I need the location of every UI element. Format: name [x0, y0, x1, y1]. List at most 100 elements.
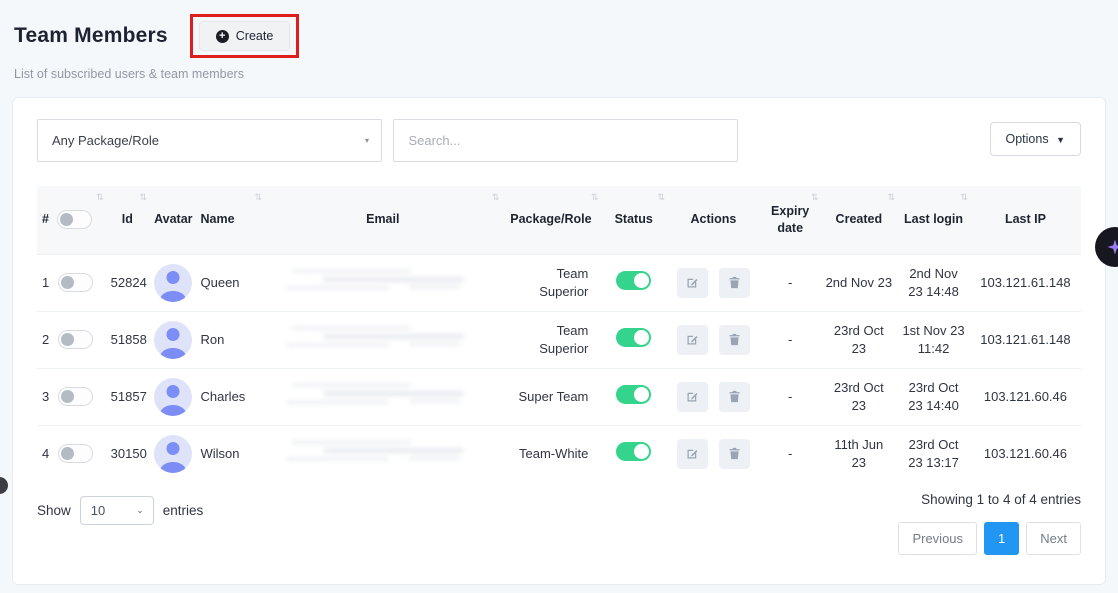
column-header-name-label: Name — [201, 212, 235, 226]
member-package-role: Team-White — [501, 425, 600, 482]
member-name: Queen — [196, 254, 265, 311]
entries-label: entries — [163, 503, 204, 518]
expiry-date: - — [760, 311, 821, 368]
package-role-selected-value: Any Package/Role — [52, 133, 159, 148]
trash-icon — [727, 275, 742, 290]
trash-icon — [727, 332, 742, 347]
select-all-toggle[interactable] — [57, 210, 92, 229]
column-header-email[interactable]: Email ⇅ — [264, 186, 501, 254]
sort-icon[interactable]: ⇅ — [657, 191, 665, 203]
row-number-cell: 2 — [37, 311, 106, 368]
sort-icon[interactable]: ⇅ — [255, 191, 263, 203]
column-header-email-label: Email — [366, 212, 399, 226]
column-header-name[interactable]: Name ⇅ — [196, 186, 265, 254]
status-toggle[interactable] — [616, 271, 651, 290]
status-toggle[interactable] — [616, 328, 651, 347]
edit-icon — [685, 275, 700, 290]
column-header-avatar-label: Avatar — [154, 212, 192, 226]
edit-button[interactable] — [677, 439, 708, 469]
last-ip: 103.121.60.46 — [970, 425, 1081, 482]
sort-icon[interactable]: ⇅ — [96, 191, 104, 203]
row-number-cell: 3 — [37, 368, 106, 425]
annotation-highlight: + Create — [190, 14, 300, 58]
create-button[interactable]: + Create — [199, 21, 291, 51]
table-row: 4 30150 Wilson Team-White — [37, 425, 1081, 482]
search-input[interactable] — [393, 119, 738, 162]
avatar — [154, 435, 192, 473]
column-header-last-ip-label: Last IP — [1005, 212, 1046, 226]
column-header-num-label: # — [42, 211, 49, 228]
team-members-card: Any Package/Role ▾ Options ▼ # — [12, 97, 1106, 585]
page-size-select[interactable]: 10 ⌄ — [80, 496, 154, 525]
actions-cell — [667, 368, 760, 425]
table-container: # ⇅ Id ⇅ Avatar Name ⇅ — [13, 186, 1105, 482]
page-header: Team Members + Create List of subscribed… — [0, 0, 1118, 81]
column-header-id[interactable]: Id ⇅ — [106, 186, 149, 254]
member-name: Wilson — [196, 425, 265, 482]
column-header-last-login[interactable]: Last login ⇅ — [897, 186, 970, 254]
member-package-role: Team Superior — [501, 311, 600, 368]
actions-cell — [667, 311, 760, 368]
previous-page-button[interactable]: Previous — [898, 522, 977, 555]
column-header-status[interactable]: Status ⇅ — [600, 186, 667, 254]
options-button[interactable]: Options ▼ — [990, 122, 1082, 156]
row-select-toggle[interactable] — [58, 444, 93, 463]
avatar — [154, 321, 192, 359]
table-body: 1 52824 Queen Team Superior — [37, 254, 1081, 482]
expiry-date: - — [760, 368, 821, 425]
options-button-label: Options — [1006, 132, 1049, 146]
column-header-id-label: Id — [122, 212, 133, 226]
avatar — [154, 378, 192, 416]
page-subtitle: List of subscribed users & team members — [14, 67, 1104, 81]
table-header-row: # ⇅ Id ⇅ Avatar Name ⇅ — [37, 186, 1081, 254]
column-header-status-label: Status — [615, 212, 653, 226]
edit-button[interactable] — [677, 325, 708, 355]
package-role-select[interactable]: Any Package/Role ▾ — [37, 119, 382, 162]
created-date: 23rd Oct 23 — [820, 368, 897, 425]
edit-button[interactable] — [677, 268, 708, 298]
status-toggle[interactable] — [616, 442, 651, 461]
sort-icon[interactable]: ⇅ — [492, 191, 500, 203]
chevron-down-icon: ▾ — [365, 120, 369, 161]
left-edge-widget[interactable] — [0, 477, 8, 494]
delete-button[interactable] — [719, 382, 750, 412]
chevron-down-icon: ⌄ — [136, 497, 144, 524]
last-login: 23rd Oct 23 14:40 — [897, 368, 970, 425]
sort-icon[interactable]: ⇅ — [591, 191, 599, 203]
redaction-smudge — [275, 436, 490, 466]
table-footer: Show 10 ⌄ entries Showing 1 to 4 of 4 en… — [13, 482, 1105, 525]
edit-button[interactable] — [677, 382, 708, 412]
sort-icon[interactable]: ⇅ — [888, 191, 896, 203]
member-id: 52824 — [106, 254, 149, 311]
delete-button[interactable] — [719, 439, 750, 469]
delete-button[interactable] — [719, 268, 750, 298]
member-id: 30150 — [106, 425, 149, 482]
showing-entries-text: Showing 1 to 4 of 4 entries — [921, 492, 1081, 507]
last-login: 1st Nov 23 11:42 — [897, 311, 970, 368]
table-row: 1 52824 Queen Team Superior — [37, 254, 1081, 311]
column-header-created[interactable]: Created ⇅ — [820, 186, 897, 254]
row-number: 3 — [42, 388, 49, 406]
redaction-smudge — [275, 322, 490, 352]
row-select-toggle[interactable] — [58, 387, 93, 406]
sort-icon[interactable]: ⇅ — [811, 191, 819, 203]
created-date: 23rd Oct 23 — [820, 311, 897, 368]
next-page-button[interactable]: Next — [1026, 522, 1081, 555]
member-email-redacted — [264, 425, 501, 482]
avatar — [154, 264, 192, 302]
status-toggle[interactable] — [616, 385, 651, 404]
sort-icon[interactable]: ⇅ — [960, 191, 968, 203]
row-select-toggle[interactable] — [58, 273, 93, 292]
column-header-expiry[interactable]: Expiry date ⇅ — [760, 186, 821, 254]
actions-cell — [667, 425, 760, 482]
delete-button[interactable] — [719, 325, 750, 355]
edit-icon — [685, 389, 700, 404]
column-header-package[interactable]: Package/Role ⇅ — [501, 186, 600, 254]
column-header-num[interactable]: # ⇅ — [37, 186, 106, 254]
page-number-button[interactable]: 1 — [984, 522, 1019, 555]
column-header-created-label: Created — [836, 212, 883, 226]
sort-icon[interactable]: ⇅ — [140, 191, 148, 203]
team-members-table: # ⇅ Id ⇅ Avatar Name ⇅ — [37, 186, 1081, 482]
row-select-toggle[interactable] — [58, 330, 93, 349]
row-number: 4 — [42, 445, 49, 463]
